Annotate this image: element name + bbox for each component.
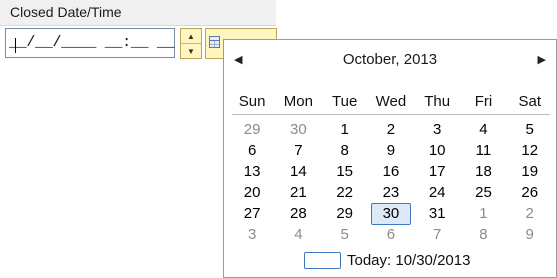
day-cell[interactable]: 17	[414, 162, 460, 182]
day-cell[interactable]: 21	[275, 183, 321, 203]
week-row: 3 4 5 6 7 8 9	[229, 225, 553, 245]
day-cell[interactable]: 9	[368, 141, 414, 161]
day-cell[interactable]: 18	[460, 162, 506, 182]
day-cell[interactable]: 30	[275, 120, 321, 140]
day-cell[interactable]: 31	[414, 204, 460, 224]
header-divider	[232, 114, 550, 115]
day-cell[interactable]: 7	[275, 141, 321, 161]
text-caret	[15, 38, 16, 53]
next-month-button[interactable]: ▶	[538, 53, 546, 66]
triangle-down-icon: ▼	[187, 46, 195, 56]
day-cell[interactable]: 25	[460, 183, 506, 203]
datetime-spinner[interactable]: ▲ ▼	[180, 28, 202, 59]
day-cell[interactable]: 29	[322, 204, 368, 224]
week-row: 13 14 15 16 17 18 19	[229, 162, 553, 182]
spin-up-button[interactable]: ▲	[181, 29, 201, 44]
weekday-label: Mon	[283, 93, 313, 110]
day-cell[interactable]: 5	[507, 120, 553, 140]
day-cell[interactable]: 22	[322, 183, 368, 203]
day-cell[interactable]: 20	[229, 183, 275, 203]
day-cell[interactable]: 12	[507, 141, 553, 161]
weekday-label: Sun	[238, 93, 266, 110]
day-cell[interactable]: 2	[368, 120, 414, 140]
week-row: 29 30 1 2 3 4 5	[229, 120, 553, 140]
today-marker-box	[304, 251, 341, 269]
day-cell[interactable]: 11	[460, 141, 506, 161]
weekday-label: Fri	[474, 93, 493, 110]
day-cell[interactable]: 13	[229, 162, 275, 182]
week-row: 27 28 29 30 31 1 2	[229, 203, 553, 225]
date-mask-text: __/__/____ __:__ __	[9, 34, 175, 51]
day-cell[interactable]: 24	[414, 183, 460, 203]
day-cell[interactable]: 4	[460, 120, 506, 140]
today-link[interactable]: Today: 10/30/2013	[304, 250, 470, 270]
day-cell[interactable]: 15	[322, 162, 368, 182]
week-row: 6 7 8 9 10 11 12	[229, 141, 553, 161]
calendar-icon	[209, 36, 220, 48]
day-cell[interactable]: 29	[229, 120, 275, 140]
day-cell[interactable]: 14	[275, 162, 321, 182]
day-cell[interactable]: 4	[275, 225, 321, 245]
day-cell[interactable]: 10	[414, 141, 460, 161]
month-title[interactable]: October, 2013	[224, 51, 556, 68]
weekday-label: Wed	[375, 93, 407, 110]
day-cell-today[interactable]: 30	[368, 203, 414, 225]
day-cell[interactable]: 8	[460, 225, 506, 245]
day-cell[interactable]: 2	[507, 204, 553, 224]
weekday-label: Tue	[332, 93, 358, 110]
closed-datetime-input[interactable]: __/__/____ __:__ __	[5, 28, 175, 58]
day-cell[interactable]: 1	[322, 120, 368, 140]
day-cell[interactable]: 8	[322, 141, 368, 161]
day-cell[interactable]: 6	[229, 141, 275, 161]
field-label: Closed Date/Time	[0, 0, 276, 26]
today-label: Today: 10/30/2013	[347, 251, 471, 269]
day-cell[interactable]: 3	[229, 225, 275, 245]
calendar-popup: ◀ October, 2013 ▶ Sun Mon Tue Wed Thu Fr…	[223, 39, 557, 278]
day-cell[interactable]: 26	[507, 183, 553, 203]
weekday-header: Sun Mon Tue Wed Thu Fri Sat	[229, 92, 553, 114]
day-cell[interactable]: 19	[507, 162, 553, 182]
day-cell[interactable]: 7	[414, 225, 460, 245]
day-cell[interactable]: 5	[322, 225, 368, 245]
day-cell[interactable]: 27	[229, 204, 275, 224]
day-cell[interactable]: 6	[368, 225, 414, 245]
day-cell[interactable]: 9	[507, 225, 553, 245]
spin-down-button[interactable]: ▼	[181, 44, 201, 58]
week-row: 20 21 22 23 24 25 26	[229, 183, 553, 203]
day-cell[interactable]: 23	[368, 183, 414, 203]
weekday-label: Sat	[518, 93, 541, 110]
day-cell[interactable]: 16	[368, 162, 414, 182]
triangle-up-icon: ▲	[187, 31, 195, 41]
day-cell[interactable]: 28	[275, 204, 321, 224]
day-cell[interactable]: 1	[460, 204, 506, 224]
weekday-label: Thu	[424, 93, 451, 110]
day-cell[interactable]: 3	[414, 120, 460, 140]
